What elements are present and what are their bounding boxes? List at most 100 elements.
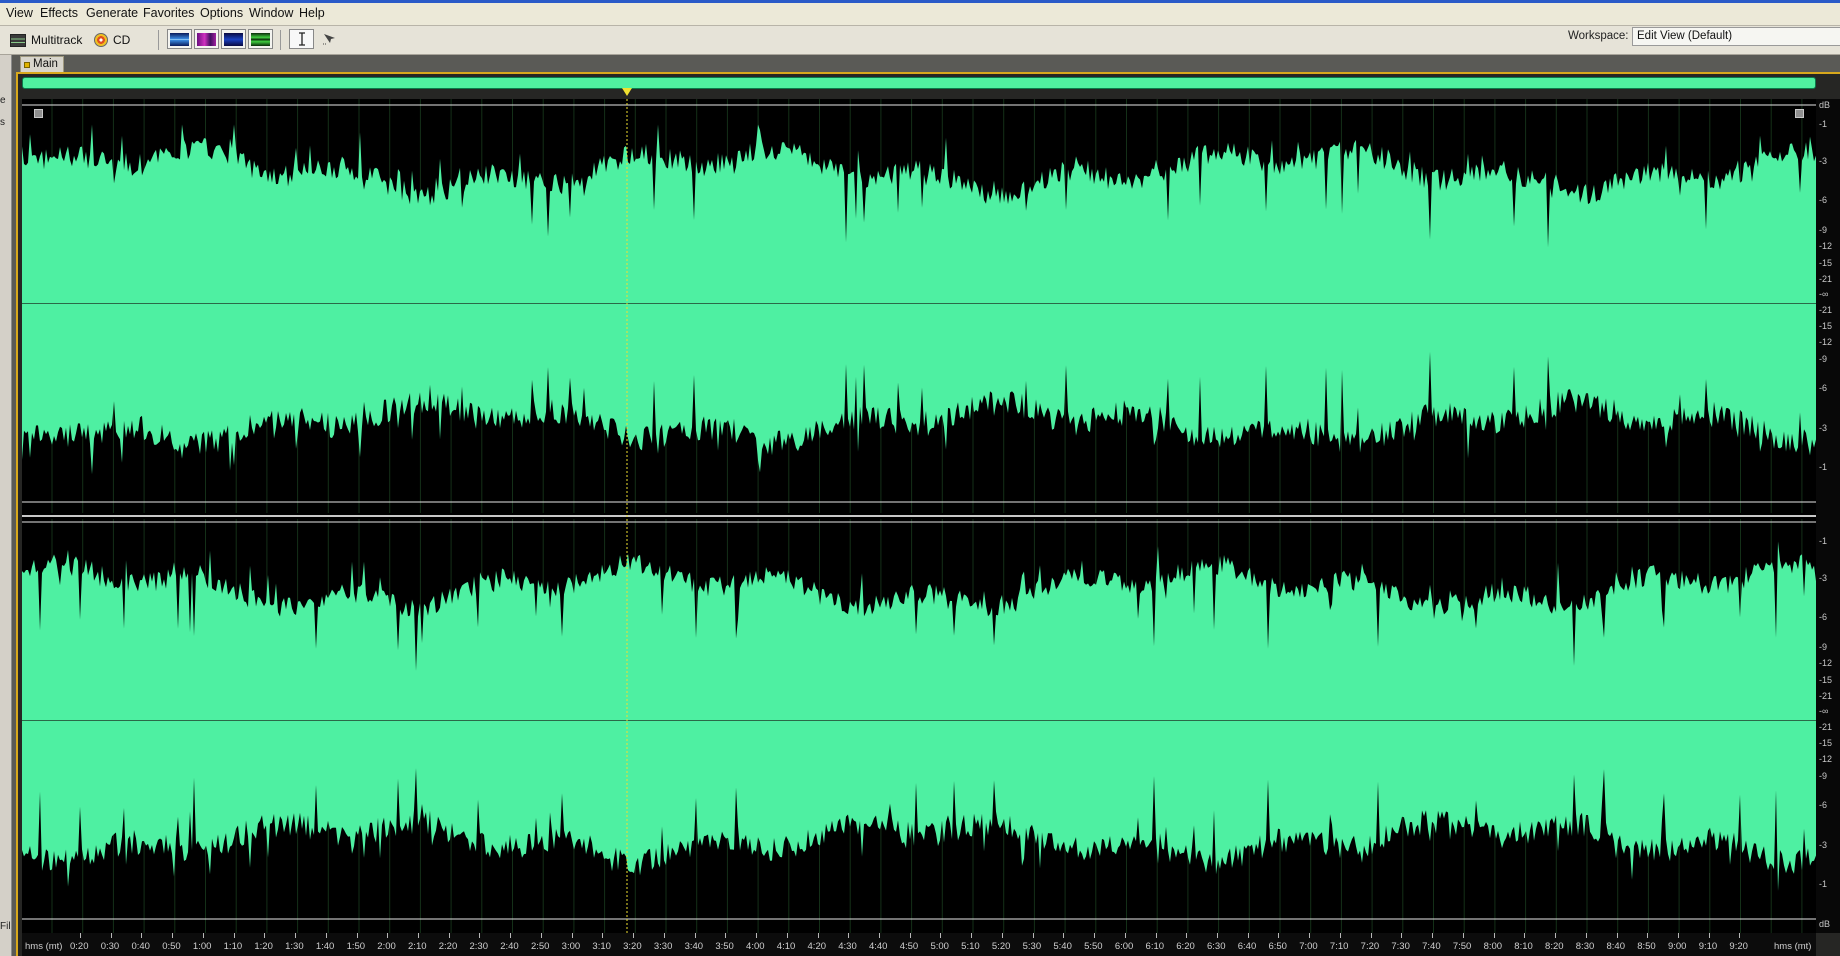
time-tick — [1677, 933, 1679, 938]
menu-favorites[interactable]: Favorites — [143, 6, 194, 20]
time-tick — [971, 933, 973, 938]
time-tick-label: 8:30 — [1575, 941, 1595, 952]
tab-main[interactable]: Main — [20, 56, 64, 73]
db-tick-label: -21 — [1819, 690, 1833, 701]
time-tick-label: 3:40 — [684, 941, 704, 952]
toolbar-separator — [280, 30, 281, 50]
time-tick-label: 0:20 — [70, 941, 89, 952]
time-tick — [510, 933, 512, 938]
time-tick — [387, 933, 389, 938]
db-tick-label: -3 — [1819, 156, 1828, 167]
db-tick-label: -12 — [1819, 658, 1833, 669]
time-tick — [110, 933, 112, 938]
time-tick-label: 4:30 — [838, 941, 857, 952]
db-tick-label: -21 — [1819, 273, 1833, 284]
time-tick-label: 1:30 — [285, 941, 304, 952]
time-tick — [1309, 933, 1311, 938]
time-tick — [80, 933, 81, 938]
tab-main-label: Main — [33, 58, 58, 70]
db-tick-label: -9 — [1819, 641, 1828, 652]
time-tick-label: 4:40 — [868, 941, 888, 952]
time-tick — [172, 933, 174, 938]
db-tick-label: -1 — [1819, 878, 1828, 889]
time-tick — [817, 933, 819, 938]
time-tick — [233, 933, 235, 938]
time-tick — [1339, 933, 1341, 938]
waveform-display[interactable] — [22, 99, 1816, 933]
time-tick-label: 8:40 — [1606, 941, 1626, 952]
time-tick — [1278, 933, 1280, 938]
db-tick-label: -15 — [1819, 675, 1833, 686]
menu-help[interactable]: Help — [299, 6, 325, 20]
time-tick-label: 8:00 — [1483, 941, 1503, 952]
spectral-phase-button[interactable] — [248, 29, 273, 49]
spectral-pan-button[interactable] — [221, 29, 246, 49]
time-tick-label: 6:40 — [1237, 941, 1257, 952]
time-tick-label: 7:00 — [1299, 941, 1318, 952]
time-tick — [418, 933, 420, 938]
workspace-select[interactable]: Edit View (Default) — [1632, 27, 1840, 46]
cd-button[interactable]: CD — [94, 31, 130, 49]
time-tick-label: 9:00 — [1667, 941, 1687, 952]
time-tick-label: 6:10 — [1145, 941, 1165, 952]
time-tick — [909, 933, 911, 938]
time-tick — [1186, 933, 1188, 938]
time-tick-label: 7:40 — [1422, 941, 1441, 952]
cd-label: CD — [113, 33, 131, 47]
db-tick-label: -12 — [1819, 337, 1833, 348]
time-tick — [1370, 933, 1372, 938]
time-tick-label: 2:40 — [500, 941, 519, 952]
time-tick — [878, 933, 880, 938]
time-selection-icon — [298, 32, 305, 46]
time-unit-label: hms (mt) — [1774, 941, 1812, 952]
spectral-pan-icon — [224, 32, 243, 46]
time-tick-label: 7:10 — [1329, 941, 1349, 952]
time-tick — [1708, 933, 1710, 938]
menu-effects[interactable]: Effects — [40, 6, 78, 20]
time-tick-label: 4:20 — [807, 941, 827, 952]
time-tick — [1001, 933, 1003, 938]
db-tick-label: -9 — [1819, 354, 1828, 365]
time-tick — [1155, 933, 1157, 938]
time-tick-label: 6:50 — [1268, 941, 1287, 952]
time-tick — [264, 933, 266, 938]
zoom-overview-bar[interactable] — [22, 77, 1816, 89]
time-tick — [602, 933, 604, 938]
marquee-icon — [322, 34, 335, 45]
left-panel-fragment: e — [0, 95, 6, 106]
menu-window[interactable]: Window — [249, 6, 293, 20]
playhead-marker-icon[interactable] — [622, 88, 632, 96]
time-tick — [448, 933, 450, 938]
time-tick — [479, 933, 481, 938]
marquee-tool[interactable] — [317, 29, 342, 49]
time-tick — [1032, 933, 1034, 938]
time-tick — [725, 933, 727, 938]
time-tick-label: 7:30 — [1391, 941, 1410, 952]
time-tick-label: 1:20 — [254, 941, 273, 952]
time-tick — [1217, 933, 1218, 938]
time-tick — [1462, 933, 1464, 938]
menu-view[interactable]: View — [6, 6, 33, 20]
cd-icon — [94, 33, 108, 47]
menu-options[interactable]: Options — [200, 6, 243, 20]
db-tick-label: -9 — [1819, 224, 1828, 235]
db-unit-label: dB — [1819, 100, 1831, 110]
time-selection-tool[interactable] — [289, 29, 314, 49]
time-tick-label: 2:10 — [408, 941, 427, 952]
waveform-view-button[interactable] — [167, 29, 192, 49]
db-tick-label: -6 — [1819, 383, 1828, 394]
time-tick — [694, 933, 696, 938]
time-tick-label: 7:20 — [1360, 941, 1380, 952]
db-tick-label: -1 — [1819, 535, 1828, 546]
time-tick — [848, 933, 850, 938]
multitrack-button[interactable]: Multitrack — [10, 31, 82, 49]
time-tick — [1094, 933, 1096, 938]
spectral-frequency-button[interactable] — [194, 29, 219, 49]
time-tick — [571, 933, 573, 938]
time-tick-label: 5:10 — [961, 941, 980, 952]
zoom-corner-right-icon[interactable] — [1795, 109, 1804, 118]
zoom-corner-left-icon[interactable] — [34, 109, 43, 118]
db-tick-label: -∞ — [1819, 706, 1829, 717]
waveform-canvas — [22, 99, 1816, 933]
menu-generate[interactable]: Generate — [86, 6, 138, 20]
